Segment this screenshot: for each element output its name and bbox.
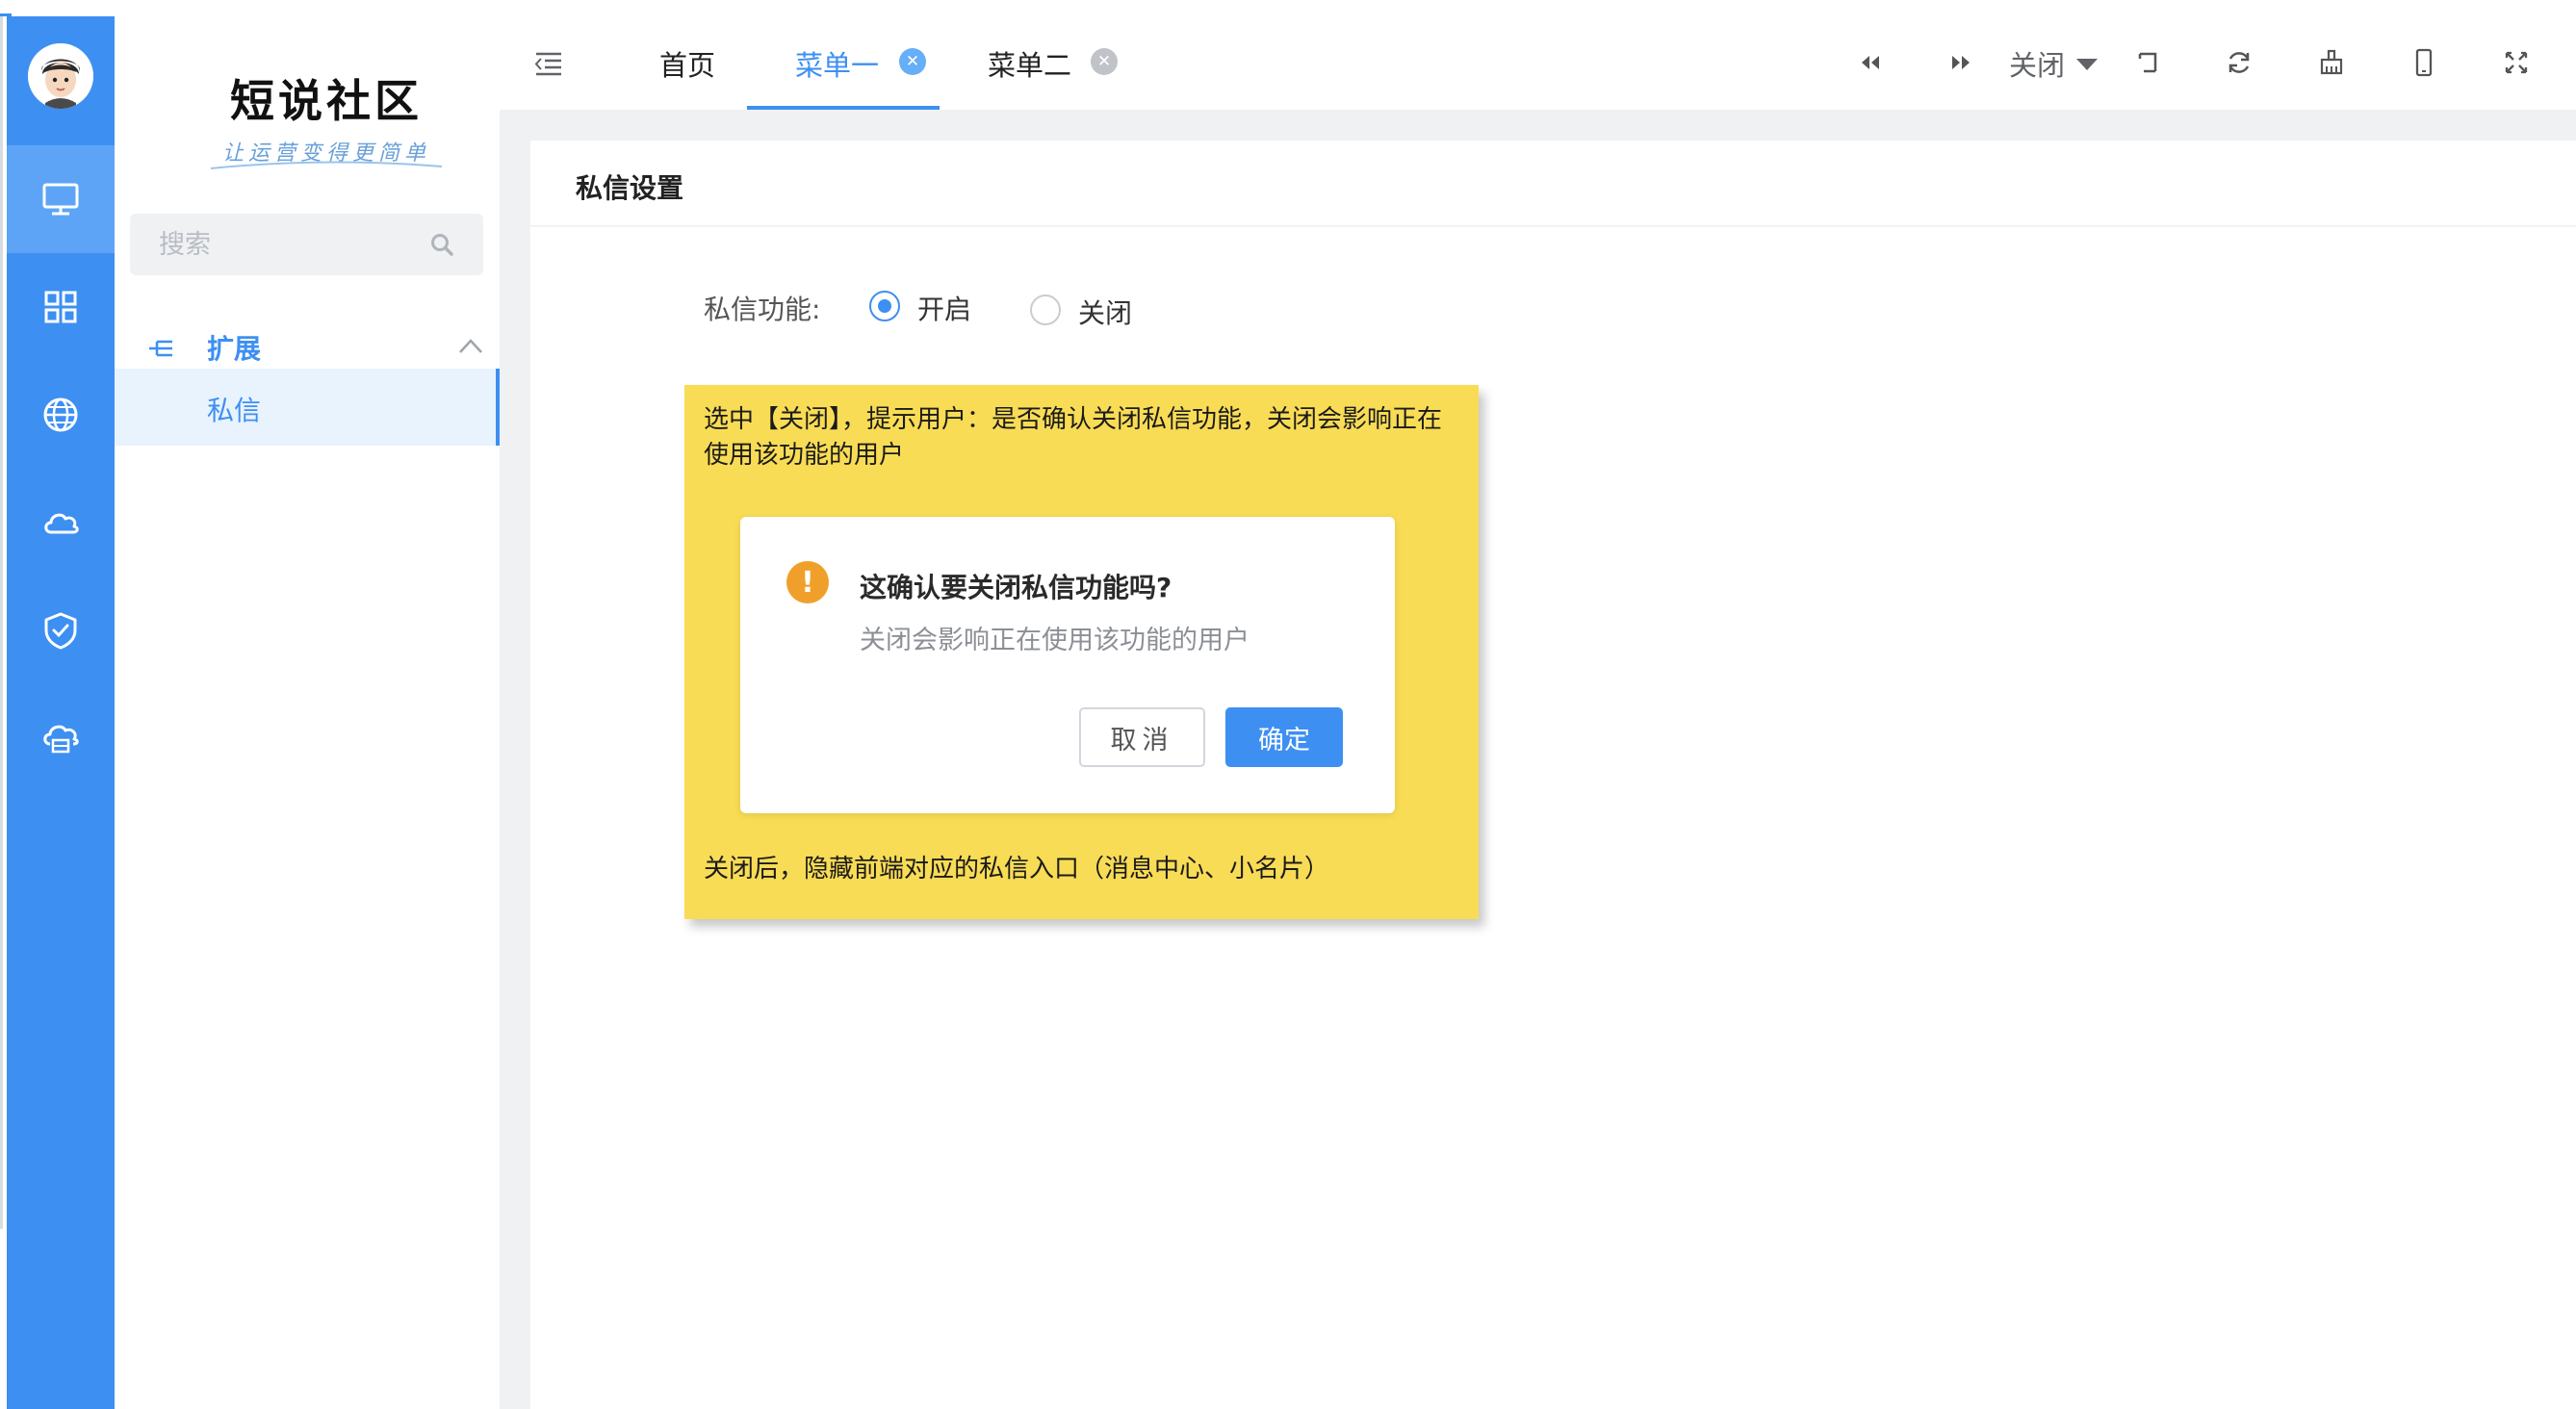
double-arrow-right-icon (1952, 56, 1970, 69)
fullscreen-button[interactable] (2499, 45, 2534, 80)
tab-label: 菜单一 (795, 49, 880, 82)
menu-group-label: 扩展 (207, 333, 262, 365)
rail-item-web[interactable] (7, 361, 115, 469)
warning-icon: ! (786, 561, 829, 603)
icon-rail (7, 16, 115, 1409)
grid-icon (44, 291, 77, 323)
dialog-title: 这确认要关闭私信功能吗? (860, 572, 1172, 603)
tab-label: 首页 (659, 49, 716, 82)
back-button[interactable] (2130, 45, 2165, 80)
sidebar-item-label: 私信 (207, 395, 262, 426)
rail-item-apps[interactable] (7, 253, 115, 361)
monitor-icon (42, 183, 79, 216)
fullscreen-icon (2505, 51, 2528, 74)
broom-icon (2320, 49, 2343, 75)
tab-menu-two[interactable]: 菜单二 ✕ (940, 16, 1132, 110)
tab-home[interactable]: 首页 (634, 16, 740, 110)
note-text: 选中【关闭】，提示用户：是否确认关闭私信功能，关闭会影响正在使用该功能的用户 (704, 405, 1443, 470)
return-icon (2138, 52, 2157, 73)
confirm-button[interactable]: 确定 (1225, 707, 1343, 767)
rail-item-dashboard[interactable] (7, 145, 115, 253)
field-label: 私信功能: (704, 294, 821, 325)
close-tabs-dropdown[interactable]: 关闭 (2009, 43, 2065, 84)
card-divider (530, 225, 2576, 227)
cloud-icon (44, 513, 79, 534)
rail-item-cloud[interactable] (7, 469, 115, 576)
logo-swoosh-icon (210, 161, 443, 169)
rail-item-storage[interactable] (7, 684, 115, 792)
radio-unchecked-icon[interactable] (1030, 295, 1061, 325)
collapse-menu-icon[interactable] (532, 47, 565, 80)
scroll-left-button[interactable] (1853, 45, 1888, 80)
brand-logo: 短说社区 让运营变得更简单 (206, 53, 447, 178)
refresh-button[interactable] (2222, 45, 2256, 80)
phone-icon (2415, 48, 2433, 77)
radio-label: 开启 (917, 294, 972, 325)
dialog-message: 关闭会影响正在使用该功能的用户 (860, 626, 1249, 655)
radio-enable[interactable]: 开启 (869, 289, 985, 327)
window-edge (0, 16, 3, 1229)
brand-title: 短说社区 (230, 75, 423, 127)
search-icon[interactable] (429, 232, 454, 257)
clear-cache-button[interactable] (2314, 45, 2349, 80)
cloud-storage-icon (43, 725, 79, 754)
globe-icon (43, 397, 78, 432)
radio-checked-icon[interactable] (869, 291, 900, 321)
radio-label: 关闭 (1078, 297, 1133, 329)
app-window: 短说社区 让运营变得更简单 扩展 (0, 0, 2576, 1409)
extension-tree-icon (149, 340, 172, 357)
sidebar-search (130, 214, 483, 275)
tab-close-icon[interactable]: ✕ (1091, 48, 1118, 75)
chevron-up-icon (459, 339, 482, 353)
top-header: 首页 菜单一 ✕ 菜单二 ✕ 关闭 (500, 16, 2576, 110)
note-footer: 关闭后，隐藏前端对应的私信入口（消息中心、小名片） (704, 855, 1330, 884)
rail-item-security[interactable] (7, 576, 115, 684)
mobile-preview-button[interactable] (2407, 45, 2441, 80)
refresh-icon (2228, 52, 2250, 73)
shield-check-icon (44, 612, 77, 650)
annotation-note: 选中【关闭】，提示用户：是否确认关闭私信功能，关闭会影响正在使用该功能的用户 !… (684, 385, 1479, 919)
confirm-dialog: ! 这确认要关闭私信功能吗? 关闭会影响正在使用该功能的用户 取消 确定 (740, 517, 1395, 813)
tab-label: 菜单二 (988, 49, 1072, 82)
avatar[interactable] (28, 43, 93, 109)
cancel-button[interactable]: 取消 (1079, 707, 1205, 767)
tab-close-icon[interactable]: ✕ (899, 48, 926, 75)
radio-disable[interactable]: 关闭 (1030, 293, 1146, 331)
tab-menu-one[interactable]: 菜单一 ✕ (747, 16, 940, 110)
sidebar-item-private-message[interactable]: 私信 (115, 369, 500, 446)
sidebar: 短说社区 让运营变得更简单 扩展 (115, 16, 500, 1409)
double-arrow-left-icon (1862, 56, 1879, 69)
scroll-right-button[interactable] (1944, 45, 1978, 80)
caret-down-icon[interactable] (2074, 57, 2099, 72)
page-title: 私信设置 (576, 172, 684, 204)
